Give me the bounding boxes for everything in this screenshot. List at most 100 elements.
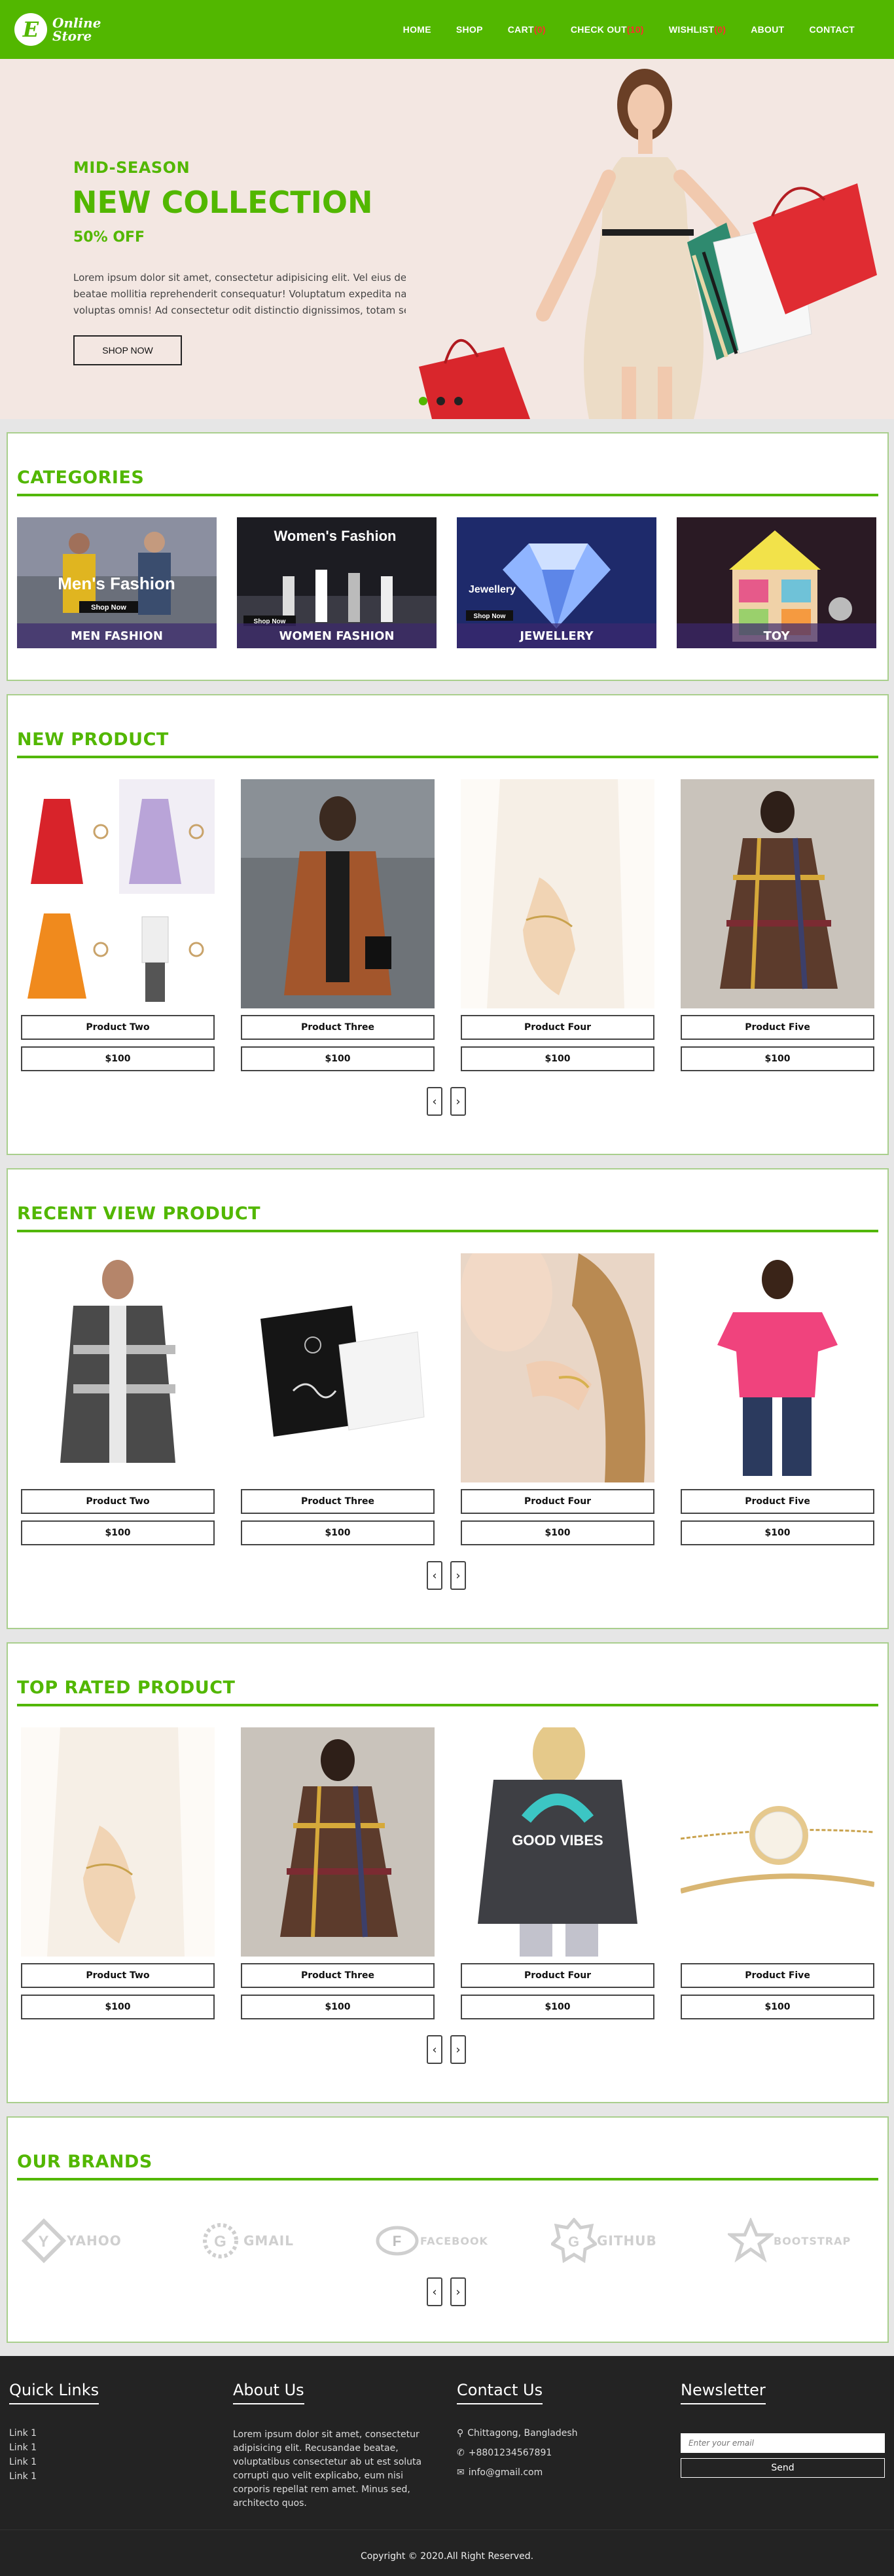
product-name[interactable]: Product Three — [241, 1963, 435, 1988]
newsletter-email-input[interactable] — [681, 2433, 885, 2453]
section-title: NEW PRODUCT — [17, 729, 169, 750]
logo-text-line2: Store — [52, 28, 92, 44]
product-name[interactable]: Product Two — [21, 1489, 215, 1514]
product-name[interactable]: Product Two — [21, 1015, 215, 1040]
category-card-toy[interactable]: TOY — [677, 517, 876, 648]
slider-dot[interactable] — [417, 395, 429, 407]
category-shop-now-text: Shop Now — [474, 613, 506, 620]
brands-section: OUR BRANDS Y YAHOO G GMAIL F FACEBOOK G … — [7, 2116, 889, 2343]
prev-arrow-button[interactable]: ‹ — [427, 1087, 442, 1116]
category-card-jewellery[interactable]: Jewellery Shop Now JEWELLERY — [457, 517, 656, 648]
site-logo[interactable]: E Online Store — [14, 11, 101, 48]
hero-slider: MID-SEASON NEW COLLECTION 50% OFF Lorem … — [0, 59, 894, 419]
hero-text: Lorem ipsum dolor sit amet, consectetur … — [73, 272, 434, 316]
footer-link[interactable]: Link 1 — [9, 2457, 219, 2467]
next-arrow-button[interactable]: › — [450, 2277, 466, 2306]
footer-link[interactable]: Link 1 — [9, 2442, 219, 2453]
address-text: Chittagong, Bangladesh — [467, 2428, 578, 2438]
section-title: CATEGORIES — [17, 468, 145, 488]
nav-shop[interactable]: SHOP — [456, 24, 483, 35]
hero-title: NEW COLLECTION — [72, 185, 373, 220]
product-price: $100 — [241, 1995, 435, 2019]
section-divider — [17, 2178, 878, 2180]
brand-facebook[interactable]: F FACEBOOK — [374, 2215, 538, 2267]
product-name[interactable]: Product Three — [241, 1489, 435, 1514]
email-text[interactable]: info@gmail.com — [469, 2467, 543, 2478]
github-logo-icon: G — [551, 2218, 597, 2264]
recent-view-section: RECENT VIEW PRODUCT Product Two Product … — [7, 1168, 889, 1629]
necklace-box-image — [241, 1253, 435, 1482]
brand-gmail[interactable]: G GMAIL — [198, 2215, 361, 2267]
hero-offer: 50% OFF — [73, 229, 145, 246]
nav-checkout[interactable]: CHECK OUT(10) — [571, 24, 644, 35]
categories-section: CATEGORIES Men's Fashion Shop Now MEN FA… — [7, 432, 889, 681]
product-name[interactable]: Product Four — [461, 1489, 654, 1514]
product-name[interactable]: Product Five — [681, 1489, 874, 1514]
nav-cart[interactable]: CART(0) — [508, 24, 546, 35]
newsletter-send-button[interactable]: Send — [681, 2458, 885, 2478]
prev-arrow-button[interactable]: ‹ — [427, 1561, 442, 1590]
woman-bracelet-image — [461, 1253, 654, 1482]
category-overlay-text: Jewellery — [469, 584, 516, 595]
category-card-women[interactable]: Women's Fashion Shop Now WOMEN FASHION — [237, 517, 437, 648]
section-title: OUR BRANDS — [17, 2152, 152, 2172]
product-name[interactable]: Product Two — [21, 1963, 215, 1988]
brand-bootstrap[interactable]: BOOTSTRAP — [728, 2215, 891, 2267]
product-image[interactable] — [21, 1253, 215, 1482]
product-image[interactable] — [681, 1253, 874, 1482]
nav-home[interactable]: HOME — [403, 24, 431, 35]
product-price: $100 — [681, 1520, 874, 1545]
brand-github[interactable]: G GITHUB — [551, 2215, 715, 2267]
nav-about[interactable]: ABOUT — [751, 24, 784, 35]
next-arrow-button[interactable]: › — [450, 2035, 466, 2064]
product-price: $100 — [681, 1046, 874, 1071]
prev-arrow-button[interactable]: ‹ — [427, 2035, 442, 2064]
brand-name: BOOTSTRAP — [774, 2234, 851, 2247]
slider-dot[interactable] — [452, 395, 465, 407]
prev-arrow-button[interactable]: ‹ — [427, 2277, 442, 2306]
product-price: $100 — [21, 1046, 215, 1071]
product-name[interactable]: Product Four — [461, 1015, 654, 1040]
brand-yahoo[interactable]: Y YAHOO — [21, 2215, 185, 2267]
quick-links-column: Quick Links Link 1 Link 1 Link 1 Link 1 — [9, 2381, 219, 2482]
product-name[interactable]: Product Three — [241, 1015, 435, 1040]
new-product-section: NEW PRODUCT Product Two Product Three Pr… — [7, 694, 889, 1155]
logo-text: Online Store — [52, 16, 101, 43]
product-price: $100 — [241, 1520, 435, 1545]
product-image[interactable] — [681, 1727, 874, 1957]
product-image[interactable] — [241, 1727, 435, 1957]
product-image[interactable] — [461, 779, 654, 1008]
shop-now-button[interactable]: SHOP NOW — [73, 335, 182, 365]
bracelet-wrist-image — [21, 1727, 215, 1957]
category-overlay-text: Men's Fashion — [58, 574, 175, 593]
footer-heading: About Us — [233, 2381, 304, 2404]
nav-wishlist[interactable]: WISHLIST(0) — [669, 24, 726, 35]
product-image[interactable]: GOOD VIBES — [461, 1727, 654, 1957]
product-name[interactable]: Product Five — [681, 1015, 874, 1040]
product-name[interactable]: Product Four — [461, 1963, 654, 1988]
product-image[interactable] — [461, 1253, 654, 1482]
product-name[interactable]: Product Five — [681, 1963, 874, 1988]
product-image[interactable] — [681, 779, 874, 1008]
next-arrow-button[interactable]: › — [450, 1561, 466, 1590]
product-image[interactable] — [21, 779, 215, 1008]
footer-link[interactable]: Link 1 — [9, 2428, 219, 2438]
copyright-text: Copyright © 2020.All Right Reserved. — [360, 2551, 534, 2562]
plaid-coat-image — [681, 779, 874, 1008]
category-overlay-text: Women's Fashion — [274, 528, 397, 544]
contact-list: ⚲ Chittagong, Bangladesh ✆ +8801234567891 … — [457, 2428, 666, 2478]
brand-mark: G — [214, 2233, 227, 2251]
category-card-men[interactable]: Men's Fashion Shop Now MEN FASHION — [17, 517, 217, 648]
category-shop-now-text: Shop Now — [91, 604, 126, 612]
next-arrow-button[interactable]: › — [450, 1087, 466, 1116]
slider-dot[interactable] — [435, 395, 447, 407]
section-title: TOP RATED PRODUCT — [17, 1678, 236, 1698]
nav-contact[interactable]: CONTACT — [810, 24, 855, 35]
carousel-controls: ‹ › — [427, 1561, 466, 1590]
nav-checkout-label: CHECK OUT — [570, 24, 627, 35]
product-image[interactable] — [241, 779, 435, 1008]
product-image[interactable] — [241, 1253, 435, 1482]
product-image[interactable] — [21, 1727, 215, 1957]
product-price: $100 — [681, 1995, 874, 2019]
footer-link[interactable]: Link 1 — [9, 2471, 219, 2482]
